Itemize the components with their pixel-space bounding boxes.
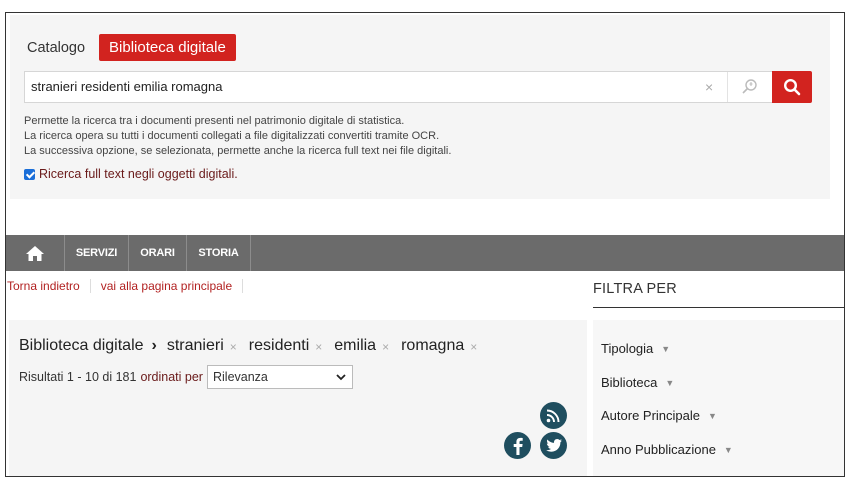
filter-divider [593, 307, 844, 308]
sort-select[interactable]: Rilevanza [206, 365, 353, 389]
facet-anno-pubblicazione[interactable]: Anno Pubblicazione ▼ [601, 442, 733, 457]
tab-catalogo[interactable]: Catalogo [24, 40, 99, 56]
query-term: residenti [248, 337, 310, 354]
caret-down-icon: ▼ [708, 410, 717, 421]
remove-term-icon[interactable]: × [470, 340, 477, 354]
tab-biblioteca-digitale[interactable]: Biblioteca digitale [99, 34, 236, 61]
search-icon [783, 78, 801, 96]
filter-panel: Tipologia ▼ Biblioteca ▼ Autore Principa… [593, 320, 844, 476]
page-frame: Catalogo Biblioteca digitale × Permette [5, 12, 845, 477]
sort-label: ordinati per [140, 370, 203, 384]
nav-servizi[interactable]: SERVIZI [65, 235, 129, 271]
facet-label: Anno Pubblicazione [601, 442, 716, 457]
caret-down-icon: ▼ [723, 444, 733, 455]
query-term: emilia [334, 337, 377, 354]
search-summary: Biblioteca digitale › stranieri × reside… [19, 337, 489, 355]
query-term: romagna [401, 337, 465, 354]
clear-search-icon[interactable]: × [705, 79, 713, 95]
results-panel: Biblioteca digitale › stranieri × reside… [9, 320, 587, 476]
results-root[interactable]: Biblioteca digitale [19, 337, 144, 355]
facet-label: Tipologia [601, 341, 654, 356]
results-count: Risultati 1 - 10 di 181 [19, 370, 137, 384]
fulltext-checkbox[interactable] [24, 168, 35, 180]
help-line: La ricerca opera su tutti i documenti co… [24, 130, 440, 142]
help-line: Permette la ricerca tra i documenti pres… [24, 115, 405, 127]
breadcrumb: Torna indietro vai alla pagina principal… [6, 279, 244, 293]
remove-term-icon[interactable]: × [315, 340, 322, 354]
search-divider [727, 72, 728, 102]
back-link[interactable]: Torna indietro [6, 279, 91, 293]
filter-title: FILTRA PER [593, 281, 677, 297]
fulltext-label[interactable]: Ricerca full text negli oggetti digitali… [39, 167, 238, 181]
results-count-line: Risultati 1 - 10 di 181 ordinati per Ril… [19, 365, 353, 389]
nav-home[interactable] [6, 235, 65, 271]
facet-autore-principale[interactable]: Autore Principale ▼ [601, 408, 717, 423]
search-input[interactable] [31, 79, 681, 94]
caret-down-icon: ▼ [665, 377, 675, 388]
home-icon [26, 245, 44, 261]
caret-down-icon: ▼ [661, 343, 671, 354]
help-line: La successiva opzione, se selezionata, p… [24, 145, 452, 157]
query-term: stranieri [166, 337, 224, 354]
search-button[interactable] [772, 71, 812, 103]
twitter-icon[interactable] [540, 432, 567, 459]
sort-value: Rilevanza [212, 370, 268, 384]
nav-orari[interactable]: ORARI [129, 235, 187, 271]
facet-biblioteca[interactable]: Biblioteca ▼ [601, 375, 674, 390]
facet-label: Biblioteca [601, 375, 658, 390]
fulltext-option[interactable]: Ricerca full text negli oggetti digitali… [24, 167, 238, 181]
home-page-link[interactable]: vai alla pagina principale [91, 279, 244, 293]
main-navbar: SERVIZI ORARI STORIA [6, 235, 844, 271]
voice-search-icon[interactable] [741, 78, 759, 101]
search-panel: Catalogo Biblioteca digitale × Permette [10, 15, 830, 199]
chevron-down-icon [336, 373, 346, 380]
remove-term-icon[interactable]: × [230, 340, 237, 354]
facebook-icon[interactable] [504, 432, 531, 459]
nav-storia[interactable]: STORIA [187, 235, 251, 271]
facet-label: Autore Principale [601, 408, 700, 423]
search-tabs: Catalogo Biblioteca digitale [24, 34, 236, 61]
chevron-right-icon: › [151, 337, 157, 354]
search-bar: × [24, 71, 773, 103]
facet-tipologia[interactable]: Tipologia ▼ [601, 341, 670, 356]
search-help-text: Permette la ricerca tra i documenti pres… [24, 114, 451, 159]
rss-icon[interactable] [540, 402, 567, 429]
remove-term-icon[interactable]: × [382, 340, 389, 354]
